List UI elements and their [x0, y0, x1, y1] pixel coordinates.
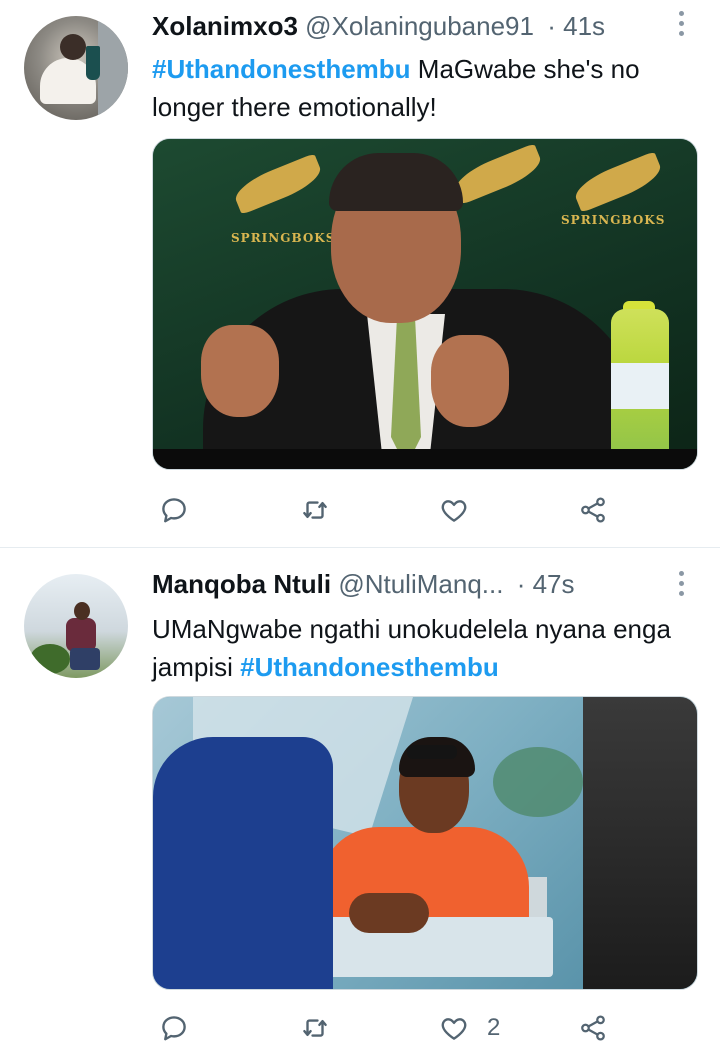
like-button[interactable]: 2 [439, 1008, 500, 1048]
tweet-actions: 2 [0, 1008, 720, 1048]
retweet-button[interactable] [300, 1008, 330, 1048]
user-handle[interactable]: @NtuliManq... [338, 569, 503, 599]
separator-dot: · [516, 569, 526, 599]
image-plant [493, 747, 583, 817]
display-name[interactable]: Manqoba Ntuli [152, 569, 331, 599]
heart-icon [441, 1018, 467, 1040]
image-sunglasses [407, 745, 457, 759]
tweet-2[interactable]: Manqoba Ntuli @NtuliManq... · 47s UMaNgw… [0, 0, 720, 1055]
avatar-plant [30, 644, 70, 674]
reply-button[interactable] [159, 1008, 189, 1048]
image-person-left [153, 737, 333, 989]
retweet-icon [303, 1019, 327, 1037]
reply-icon [162, 1016, 186, 1041]
avatar-figure [66, 618, 96, 652]
timestamp-group: · 47s [517, 569, 575, 599]
avatar-head [74, 602, 90, 620]
like-count: 2 [487, 1014, 501, 1041]
avatar-legs [70, 648, 100, 670]
tweet-image[interactable] [152, 696, 698, 990]
tweet-text: UMaNgwabe ngathi unokudelela nyana enga … [152, 610, 692, 686]
hashtag-link[interactable]: #Uthandonesthembu [240, 652, 499, 682]
share-icon [581, 1015, 605, 1041]
user-avatar[interactable] [24, 574, 128, 678]
share-button[interactable] [578, 1008, 608, 1048]
tweet-header: Manqoba Ntuli @NtuliManq... · 47s [152, 566, 575, 602]
image-table [303, 917, 553, 977]
image-door-frame [583, 697, 697, 989]
more-options-icon[interactable] [676, 571, 686, 601]
image-hands [349, 893, 429, 933]
timestamp[interactable]: 47s [533, 569, 575, 599]
